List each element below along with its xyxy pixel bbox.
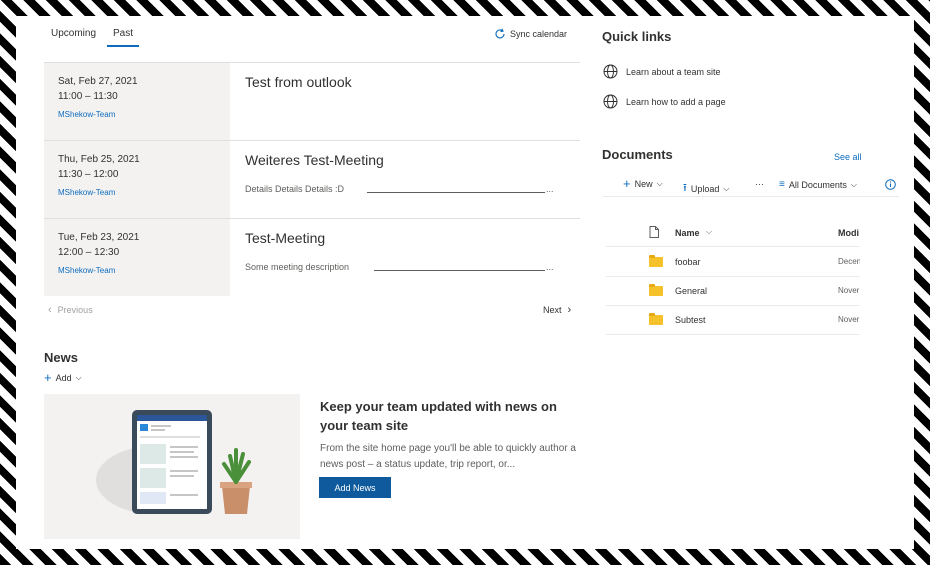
news-headline: Keep your team updated with news on your… [320, 399, 557, 433]
description-ellipsis: ... [546, 184, 554, 194]
add-news-button[interactable]: Add News [319, 477, 391, 498]
plus-icon: + [623, 176, 631, 191]
previous-label: Previous [57, 305, 93, 315]
list-view-icon: ≡ [779, 179, 785, 190]
new-label: New [634, 179, 653, 189]
quick-link-item[interactable]: Learn how to add a page [603, 94, 726, 109]
description-ellipsis: ... [546, 262, 554, 272]
chevron-down-icon: ⌵ [656, 179, 663, 188]
event-description: Some meeting description [245, 262, 350, 272]
chevron-down-icon: ⌵ [75, 373, 82, 382]
event-date: Tue, Feb 23, 2021 [58, 232, 140, 243]
info-icon [885, 179, 896, 190]
chevron-down-icon[interactable]: ⌵ [706, 227, 712, 237]
plus-icon: + [44, 370, 52, 385]
document-name[interactable]: foobar [675, 257, 701, 267]
document-row[interactable]: General Nover [606, 276, 860, 306]
event-description: Details Details Details :D [245, 184, 345, 194]
tablet-plant-illustration [96, 410, 252, 514]
quick-link-label: Learn how to add a page [626, 96, 726, 107]
event-organizer[interactable]: MShekow-Team [58, 110, 115, 119]
upload-label: Upload [690, 183, 720, 194]
tab-upcoming[interactable]: Upcoming [51, 28, 96, 45]
documents-column-header: Name ⌵ Modi [606, 222, 860, 247]
modified-column-header[interactable]: Modi [838, 228, 860, 238]
sync-calendar-label: Sync calendar [510, 29, 568, 39]
document-row[interactable]: foobar Decen [606, 247, 860, 277]
more-options-button[interactable]: ··· [755, 179, 764, 189]
document-modified: Decen [838, 257, 860, 266]
news-heading: News [44, 350, 78, 365]
chevron-right-icon: › [567, 304, 572, 316]
event-time: 11:30 – 12:00 [58, 169, 119, 180]
globe-icon [603, 94, 618, 109]
view-label: All Documents [788, 179, 847, 190]
event-date: Thu, Feb 25, 2021 [58, 154, 140, 165]
event-date: Sat, Feb 27, 2021 [58, 76, 138, 87]
event-organizer[interactable]: MShekow-Team [58, 266, 115, 275]
event-title[interactable]: Test-Meeting [245, 230, 325, 246]
document-name[interactable]: Subtest [675, 315, 706, 325]
description-underline [374, 270, 545, 271]
event-organizer[interactable]: MShekow-Team [58, 188, 115, 197]
info-button[interactable] [885, 179, 896, 190]
next-label: Next [543, 305, 562, 315]
quick-link-item[interactable]: Learn about a team site [603, 64, 721, 79]
sync-icon [495, 28, 505, 39]
news-add-label: Add [55, 373, 72, 383]
event-title[interactable]: Test from outlook [245, 74, 352, 90]
chevron-down-icon: ⌵ [723, 183, 730, 193]
name-column-header[interactable]: Name [675, 228, 700, 238]
quick-link-label: Learn about a team site [626, 66, 721, 77]
folder-icon [649, 313, 663, 325]
news-body-text: From the site home page you'll be able t… [320, 443, 576, 470]
tab-past[interactable]: Past [107, 28, 140, 47]
next-button[interactable]: Next › [543, 304, 571, 316]
upload-button[interactable]: ⭱ Upload ⌵ [683, 179, 729, 198]
new-button[interactable]: + New ⌵ [623, 176, 663, 191]
quick-links-heading: Quick links [602, 29, 672, 44]
documents-heading: Documents [602, 147, 673, 162]
page-content: Upcoming Past Sync calendar Sat, Feb 27,… [16, 16, 914, 549]
upload-icon: ⭱ [683, 182, 687, 194]
chevron-down-icon: ⌵ [850, 179, 857, 189]
document-name[interactable]: General [675, 286, 707, 296]
event-time: 11:00 – 11:30 [58, 91, 118, 102]
news-add-button[interactable]: + Add ⌵ [44, 370, 82, 385]
folder-icon [649, 284, 663, 296]
document-modified: Nover [838, 315, 860, 324]
sync-calendar-button[interactable]: Sync calendar [494, 28, 567, 40]
previous-button[interactable]: ‹ Previous [48, 304, 93, 316]
document-row[interactable]: Subtest Nover [606, 305, 860, 335]
globe-icon [603, 64, 618, 79]
event-title[interactable]: Weiteres Test-Meeting [245, 152, 384, 168]
event-card[interactable]: Sat, Feb 27, 2021 11:00 – 11:30 MShekow-… [44, 62, 580, 140]
event-card[interactable]: Tue, Feb 23, 2021 12:00 – 12:30 MShekow-… [44, 218, 580, 296]
view-selector[interactable]: ≡ All Documents ⌵ [779, 179, 857, 190]
event-card[interactable]: Thu, Feb 25, 2021 11:30 – 12:00 MShekow-… [44, 140, 580, 218]
news-illustration [44, 394, 300, 539]
document-modified: Nover [838, 286, 860, 295]
event-time: 12:00 – 12:30 [58, 247, 120, 258]
description-underline [367, 192, 545, 193]
file-type-icon [649, 226, 659, 238]
folder-icon [649, 255, 663, 267]
see-all-link[interactable]: See all [834, 152, 862, 162]
documents-command-bar: + New ⌵ ⭱ Upload ⌵ ··· ≡ All Documents ⌵ [603, 176, 899, 197]
chevron-left-icon: ‹ [48, 304, 52, 316]
